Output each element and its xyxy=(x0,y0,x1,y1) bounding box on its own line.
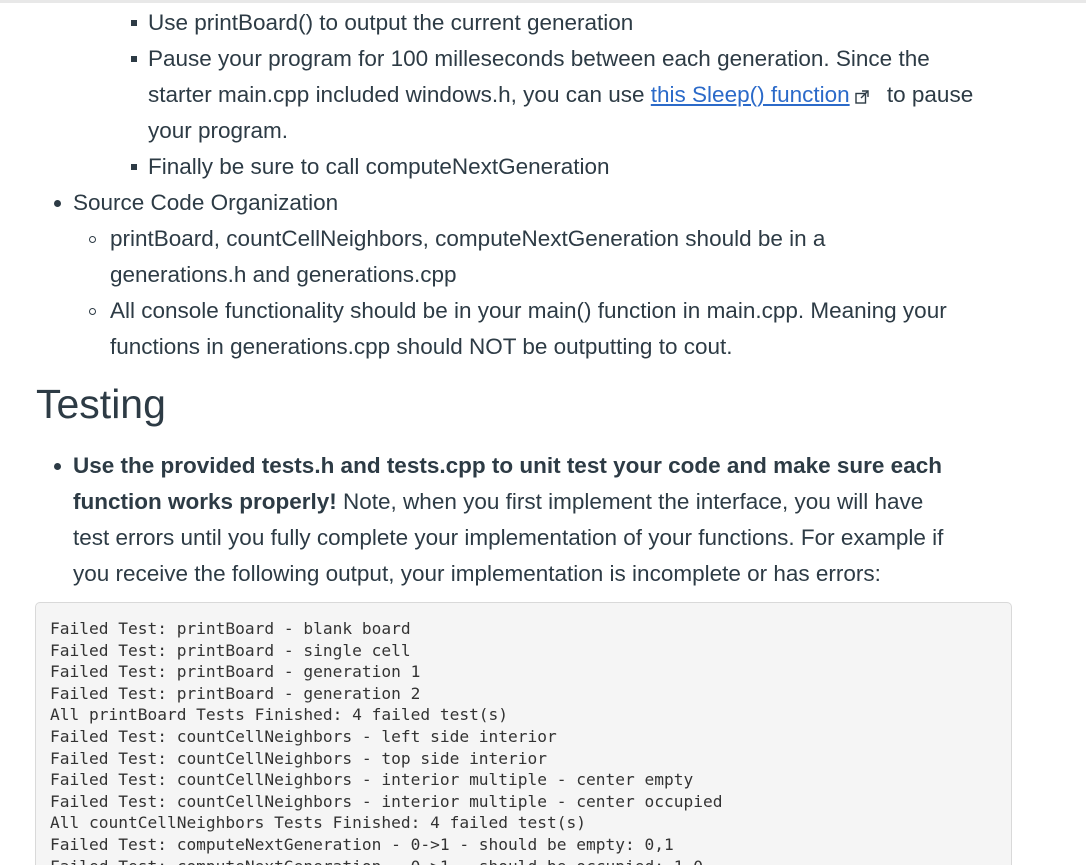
sleep-function-link[interactable]: this Sleep() function xyxy=(651,82,850,107)
org-item2-line2: functions in generations.cpp should NOT … xyxy=(110,334,733,359)
square-bullet xyxy=(131,164,137,170)
testing-line2: function works properly! Note, when you … xyxy=(73,484,923,520)
org-item1-line2: generations.h and generations.cpp xyxy=(110,262,457,287)
circle-bullet xyxy=(89,308,96,315)
org-item2-line1: All console functionality should be in y… xyxy=(110,298,947,323)
testing-line3: test errors until you fully complete you… xyxy=(73,525,944,550)
pause-text-end: to pause xyxy=(880,82,974,107)
list-item-pause-line3: your program. xyxy=(148,118,289,143)
pause-text: starter main.cpp included windows.h, you… xyxy=(148,82,651,107)
code-line: All printBoard Tests Finished: 4 failed … xyxy=(50,705,509,725)
disc-bullet xyxy=(54,463,61,470)
code-line: Failed Test: printBoard - single cell xyxy=(50,640,411,660)
list-item-pause-line2: starter main.cpp included windows.h, you… xyxy=(148,77,973,113)
circle-bullet xyxy=(89,236,96,243)
square-bullet xyxy=(131,20,137,26)
top-divider xyxy=(0,0,1086,3)
code-line: Failed Test: printBoard - generation 1 xyxy=(50,662,421,682)
code-line: All countCellNeighbors Tests Finished: 4… xyxy=(50,813,587,833)
list-item-pause-line1: Pause your program for 100 milleseconds … xyxy=(148,46,930,71)
disc-bullet xyxy=(54,200,61,207)
list-item-finally: Finally be sure to call computeNextGener… xyxy=(148,154,610,179)
code-line: Failed Test: computeNextGeneration - 0->… xyxy=(50,856,703,865)
code-line: Failed Test: countCellNeighbors - top si… xyxy=(50,748,548,768)
testing-heading: Testing xyxy=(36,381,166,427)
testing-line4: you receive the following output, your i… xyxy=(73,561,881,586)
external-link-icon xyxy=(854,90,869,104)
code-output-block: Failed Test: printBoard - blank board Fa… xyxy=(35,602,1012,865)
code-line: Failed Test: countCellNeighbors - interi… xyxy=(50,791,723,811)
code-line: Failed Test: countCellNeighbors - interi… xyxy=(50,770,694,790)
testing-bold-line1: Use the provided tests.h and tests.cpp t… xyxy=(73,453,942,478)
code-line: Failed Test: computeNextGeneration - 0->… xyxy=(50,835,674,854)
list-item-source-org: Source Code Organization xyxy=(73,190,339,215)
testing-line2-rest: Note, when you first implement the inter… xyxy=(336,489,924,514)
code-line: Failed Test: printBoard - generation 2 xyxy=(50,683,421,703)
code-line: Failed Test: printBoard - blank board xyxy=(50,619,411,638)
testing-bold-line2: function works properly! xyxy=(73,489,337,514)
square-bullet xyxy=(131,56,137,62)
list-item-printboard: Use printBoard() to output the current g… xyxy=(148,10,634,35)
org-item1-line1: printBoard, countCellNeighbors, computeN… xyxy=(110,226,826,251)
code-line: Failed Test: countCellNeighbors - left s… xyxy=(50,727,557,746)
